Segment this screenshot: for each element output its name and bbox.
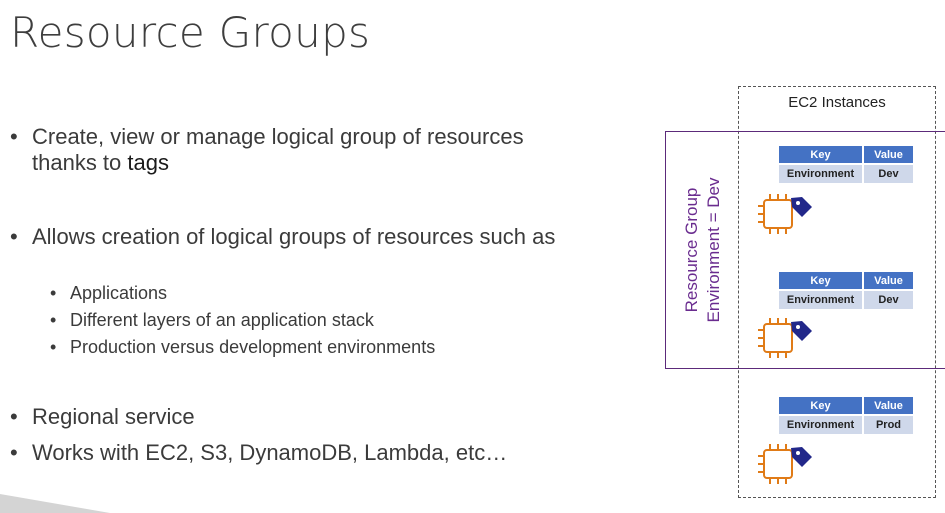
- bullet-emphasis: tags: [127, 150, 169, 175]
- tag-key-cell: Environment: [779, 291, 862, 309]
- bullet-dot-icon: •: [10, 440, 18, 465]
- tag-icon: [791, 447, 812, 467]
- tag-table: Key Value Environment Dev: [777, 144, 915, 185]
- tag-value-cell: Dev: [864, 291, 913, 309]
- bullet-dot-icon: •: [10, 224, 18, 249]
- ec2-instance-chip-icon: [758, 194, 812, 234]
- tag-table-header: Key: [779, 272, 862, 289]
- tag-table: Key Value Environment Dev: [777, 270, 915, 311]
- bullet-item: • Regional service: [10, 404, 592, 430]
- tag-icon: [791, 197, 812, 217]
- bullet-dot-icon: •: [50, 283, 57, 303]
- bullet-item: • Works with EC2, S3, DynamoDB, Lambda, …: [10, 440, 592, 466]
- tag-table-header: Key: [779, 146, 862, 163]
- resource-group-label-line: Environment = Dev: [704, 177, 723, 323]
- bullet-dot-icon: •: [10, 404, 18, 429]
- page-title: Resource Groups: [10, 8, 371, 57]
- ec2-instance-chip-icon: [758, 318, 812, 358]
- bullet-item: • Allows creation of logical groups of r…: [10, 224, 592, 250]
- resource-group-label: Resource Group Environment = Dev: [681, 177, 725, 322]
- tag-value-cell: Prod: [864, 416, 913, 434]
- sub-bullet-item: • Applications: [50, 282, 167, 304]
- sub-bullet-text: Applications: [70, 283, 168, 303]
- tag-key-cell: Environment: [779, 165, 862, 183]
- ec2-instances-title: EC2 Instances: [788, 94, 886, 111]
- resource-group-label-line: Resource Group: [682, 187, 701, 313]
- tag-table-header: Key: [779, 397, 862, 414]
- bullet-item: • Create, view or manage logical group o…: [10, 124, 592, 176]
- bullet-text: Allows creation of logical groups of res…: [32, 224, 556, 249]
- sub-bullet-text: Different layers of an application stack: [70, 310, 374, 330]
- bullet-dot-icon: •: [50, 310, 57, 330]
- sub-bullet-text: Production versus development environmen…: [70, 337, 436, 357]
- sub-bullet-item: • Different layers of an application sta…: [50, 309, 374, 331]
- bullet-dot-icon: •: [10, 124, 18, 149]
- tag-table: Key Value Environment Prod: [777, 395, 915, 436]
- bullet-text: Works with EC2, S3, DynamoDB, Lambda, et…: [32, 440, 508, 465]
- tag-table-header: Value: [864, 146, 913, 163]
- bullet-text: Regional service: [32, 404, 195, 429]
- tag-value-cell: Dev: [864, 165, 913, 183]
- tag-icon: [791, 321, 812, 341]
- bullet-dot-icon: •: [50, 337, 57, 357]
- ec2-instance-chip-icon: [758, 444, 812, 484]
- decorative-swoosh: [0, 494, 110, 513]
- tag-table-header: Value: [864, 272, 913, 289]
- sub-bullet-item: • Production versus development environm…: [50, 336, 435, 358]
- tag-key-cell: Environment: [779, 416, 862, 434]
- tag-table-header: Value: [864, 397, 913, 414]
- bullet-text: Create, view or manage logical group of …: [32, 124, 524, 175]
